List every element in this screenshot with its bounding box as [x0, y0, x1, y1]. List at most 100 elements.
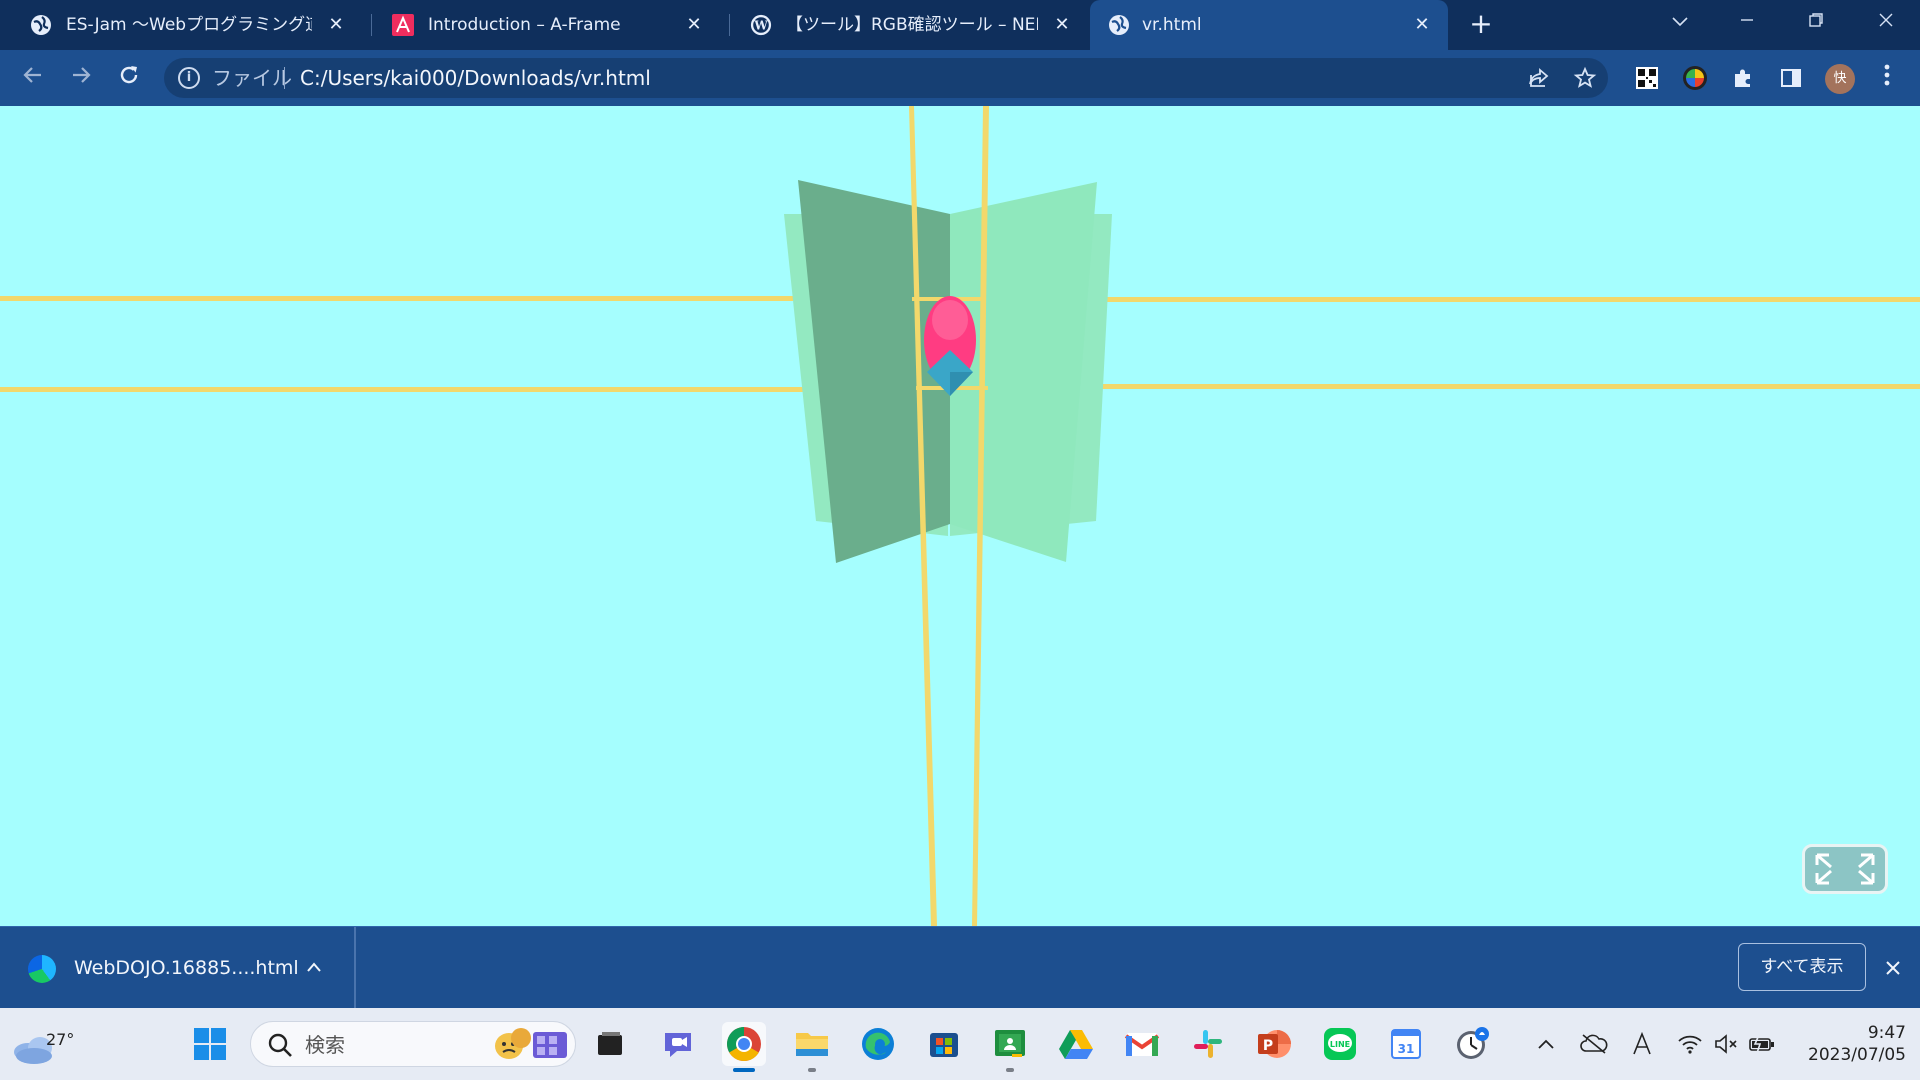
close-icon[interactable]: ✕	[1050, 13, 1074, 37]
search-highlight-art-icon	[495, 1028, 567, 1059]
tab-title: ES-Jam 〜Webプログラミング道場〜	[66, 15, 312, 35]
svg-text:31: 31	[1398, 1042, 1415, 1056]
close-icon[interactable]: ✕	[324, 13, 348, 37]
url-text[interactable]: C:/Users/kai000/Downloads/vr.html	[300, 66, 651, 90]
powerpoint-icon: P	[1258, 1030, 1291, 1058]
taskbar-chrome[interactable]	[722, 1022, 766, 1072]
reload-icon[interactable]	[112, 62, 146, 96]
tab-title: Introduction – A-Frame	[428, 15, 621, 35]
back-icon[interactable]	[16, 62, 50, 96]
edge-file-icon	[28, 955, 56, 983]
google-drive-icon	[1059, 1030, 1093, 1059]
address-bar[interactable]: i ファイル C:/Users/kai000/Downloads/vr.html	[164, 58, 1608, 98]
color-picker-extension-icon[interactable]	[1680, 63, 1710, 93]
chevron-up-icon[interactable]	[306, 953, 322, 979]
edge-icon	[862, 1028, 894, 1060]
vr-scene-viewport[interactable]	[0, 106, 1920, 926]
restore-icon[interactable]	[1796, 8, 1836, 38]
google-calendar-icon: 31	[1391, 1029, 1421, 1059]
aframe-icon	[392, 14, 414, 36]
globe-icon	[1108, 14, 1130, 36]
slack-icon	[1194, 1030, 1222, 1058]
taskbar-classroom[interactable]	[988, 1022, 1032, 1072]
horizontal-rod-lower-left	[0, 387, 818, 392]
clock-time: 9:47	[1867, 1023, 1906, 1043]
taskbar-powerpoint[interactable]: P	[1252, 1022, 1296, 1066]
profile-avatar[interactable]: 快	[1825, 64, 1855, 94]
battery-icon[interactable]	[1748, 1030, 1776, 1058]
onedrive-offline-icon[interactable]	[1580, 1030, 1608, 1058]
folder-icon	[796, 1033, 828, 1056]
taskbar-file-explorer[interactable]	[790, 1022, 834, 1072]
show-all-downloads-button[interactable]: すべて表示	[1738, 943, 1866, 991]
tab-search-icon[interactable]	[1660, 8, 1700, 38]
gmail-icon	[1124, 1033, 1160, 1056]
share-icon[interactable]	[1526, 66, 1552, 92]
new-tab-button[interactable]: +	[1466, 10, 1496, 40]
extensions-puzzle-icon[interactable]	[1728, 63, 1758, 93]
weather-widget[interactable]: 27°	[12, 1018, 74, 1068]
svg-text:P: P	[1263, 1038, 1273, 1054]
tab-strip: ES-Jam 〜Webプログラミング道場〜 ✕ Introduction – A…	[0, 0, 1920, 50]
close-icon[interactable]: ✕	[682, 13, 706, 37]
taskbar-line[interactable]: LINE	[1318, 1022, 1362, 1066]
horizontal-rod-upper-left	[0, 296, 810, 301]
taskbar-slack[interactable]	[1186, 1022, 1230, 1066]
search-placeholder: 検索	[305, 1033, 345, 1057]
qr-code-extension-icon[interactable]	[1632, 63, 1662, 93]
store-icon	[930, 1033, 958, 1057]
info-icon[interactable]: i	[178, 67, 200, 89]
enter-vr-fullscreen-button[interactable]	[1802, 844, 1888, 894]
horizontal-rod-upper-right	[1085, 297, 1920, 302]
active-app-indicator	[733, 1068, 755, 1072]
weather-temperature: 27°	[46, 1030, 75, 1049]
download-file-name: WebDOJO.16885....html	[74, 957, 299, 979]
windows-start-button[interactable]	[188, 1022, 232, 1066]
pink-sphere-highlight	[932, 300, 968, 340]
close-icon[interactable]: ✕	[1410, 13, 1434, 37]
wifi-icon[interactable]	[1676, 1030, 1704, 1058]
taskbar-edge[interactable]	[856, 1022, 900, 1066]
search-icon	[268, 1033, 292, 1057]
taskbar-teams[interactable]	[656, 1022, 700, 1066]
omnibox-divider	[284, 67, 285, 89]
alarm-clock-icon	[1457, 1027, 1489, 1059]
speaker-muted-icon[interactable]	[1712, 1030, 1740, 1058]
taskbar-clock[interactable]: 9:47 2023/07/05	[1786, 1022, 1906, 1066]
input-method-icon[interactable]	[1628, 1030, 1656, 1058]
taskbar-gmail[interactable]	[1120, 1022, 1164, 1066]
tab-vr-html[interactable]: vr.html ✕	[1090, 0, 1448, 50]
taskbar-search-box[interactable]: 検索	[250, 1021, 576, 1067]
svg-text:W: W	[753, 19, 768, 33]
download-item[interactable]: WebDOJO.16885....html	[0, 927, 356, 1009]
tab-aframe[interactable]: Introduction – A-Frame ✕	[362, 0, 720, 50]
taskbar-clock-app[interactable]	[1450, 1022, 1494, 1066]
bookmark-star-icon[interactable]	[1572, 66, 1598, 92]
taskbar-file-viewer[interactable]	[588, 1022, 632, 1066]
classroom-icon	[995, 1030, 1025, 1057]
taskbar-google-calendar[interactable]: 31	[1384, 1022, 1428, 1066]
minimize-icon[interactable]	[1727, 8, 1767, 38]
windows-logo-icon	[194, 1028, 226, 1060]
show-hidden-icons-chevron-icon[interactable]	[1532, 1030, 1560, 1058]
close-window-icon[interactable]	[1866, 8, 1906, 38]
forward-icon[interactable]	[64, 62, 98, 96]
chrome-icon	[727, 1027, 761, 1061]
taskbar-google-drive[interactable]	[1054, 1022, 1098, 1066]
fullscreen-arrows-icon	[1815, 853, 1875, 885]
file-viewer-icon	[598, 1032, 622, 1055]
side-panel-icon[interactable]	[1776, 63, 1806, 93]
globe-icon	[30, 14, 52, 36]
taskbar-store[interactable]	[922, 1022, 966, 1066]
close-download-bar-icon[interactable]	[1878, 953, 1908, 983]
horizontal-rod-lower-right	[1080, 384, 1920, 389]
tab-title: vr.html	[1142, 15, 1202, 35]
teams-chat-icon	[665, 1033, 691, 1057]
tab-es-jam[interactable]: ES-Jam 〜Webプログラミング道場〜 ✕	[0, 0, 362, 50]
omnibox-scheme-label: ファイル	[212, 66, 292, 90]
line-icon: LINE	[1324, 1028, 1356, 1060]
more-menu-icon[interactable]	[1872, 63, 1902, 93]
vr-scene-canvas	[0, 106, 1920, 926]
tab-rgb-tool[interactable]: W 【ツール】RGB確認ツール – NEMOT's ✕	[720, 0, 1088, 50]
download-bar: WebDOJO.16885....html すべて表示	[0, 926, 1920, 1009]
